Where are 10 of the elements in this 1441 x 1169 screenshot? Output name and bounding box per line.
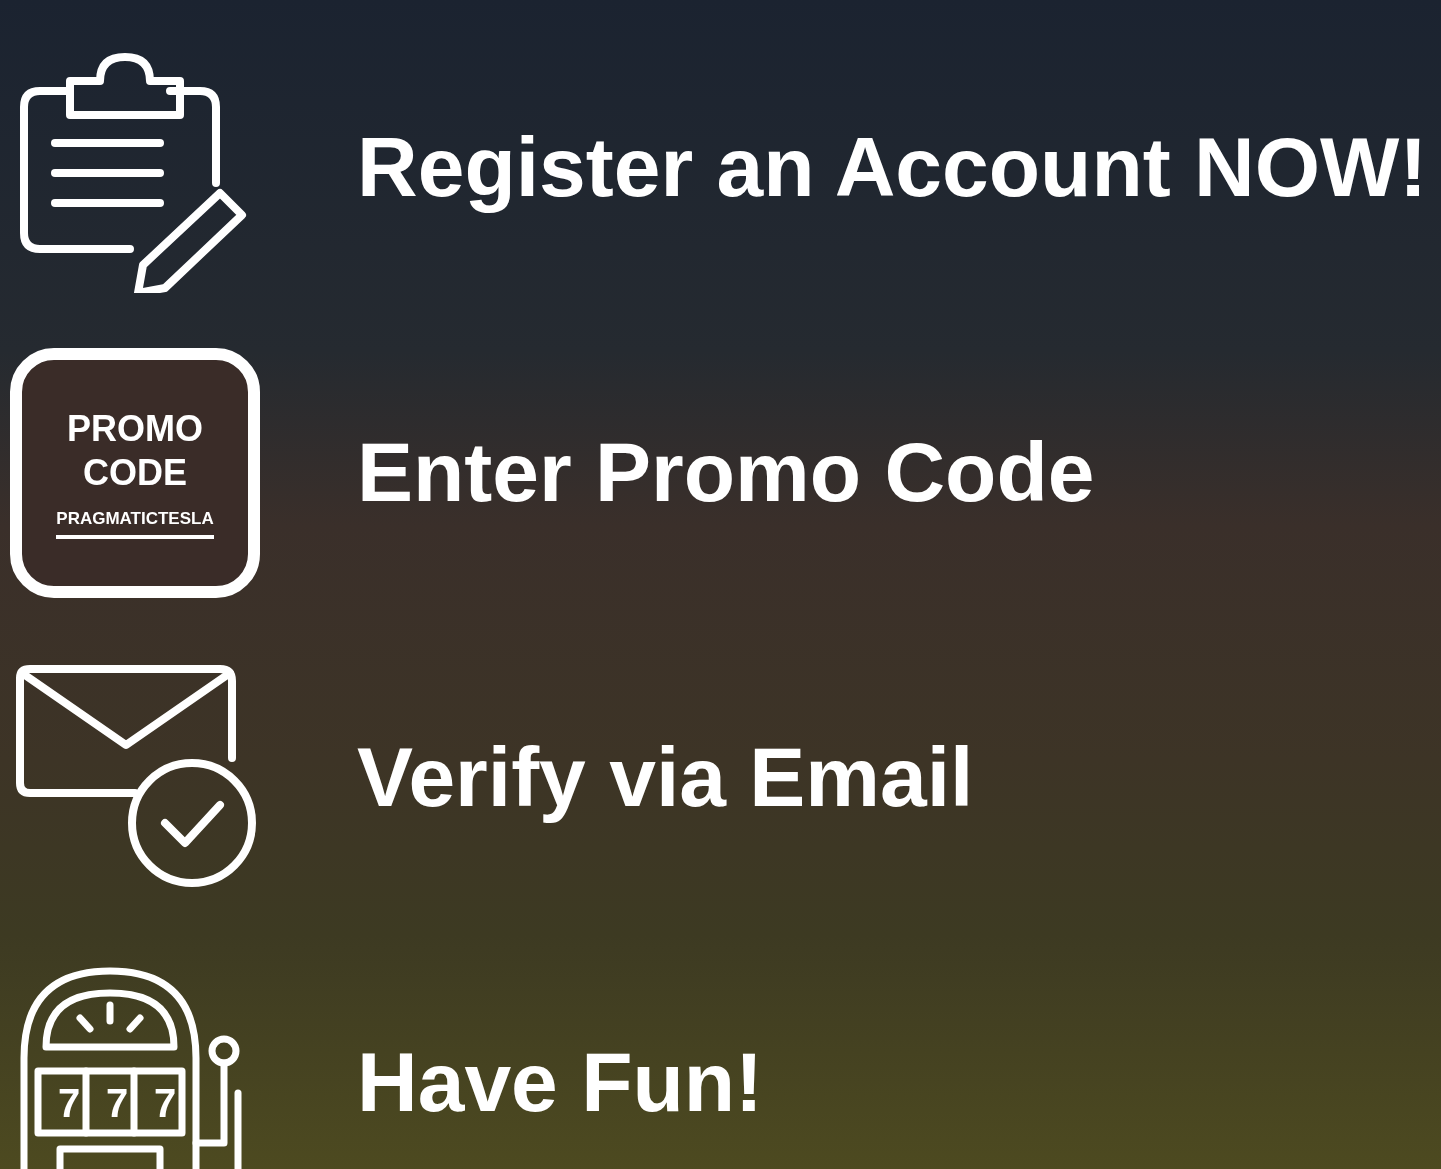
badge-text: PROMO [67, 406, 203, 451]
step-title: Register an Account NOW! [357, 119, 1428, 216]
step-title: Have Fun! [357, 1034, 764, 1131]
reel-digit: 7 [152, 1080, 178, 1127]
badge-text: CODE [83, 450, 187, 495]
reel-digit: 7 [56, 1080, 82, 1127]
promo-code-text: PRAGMATICTESLA [56, 508, 214, 539]
reel-digit: 7 [104, 1080, 130, 1127]
step-title: Verify via Email [357, 729, 974, 826]
step-title: Enter Promo Code [357, 424, 1095, 521]
